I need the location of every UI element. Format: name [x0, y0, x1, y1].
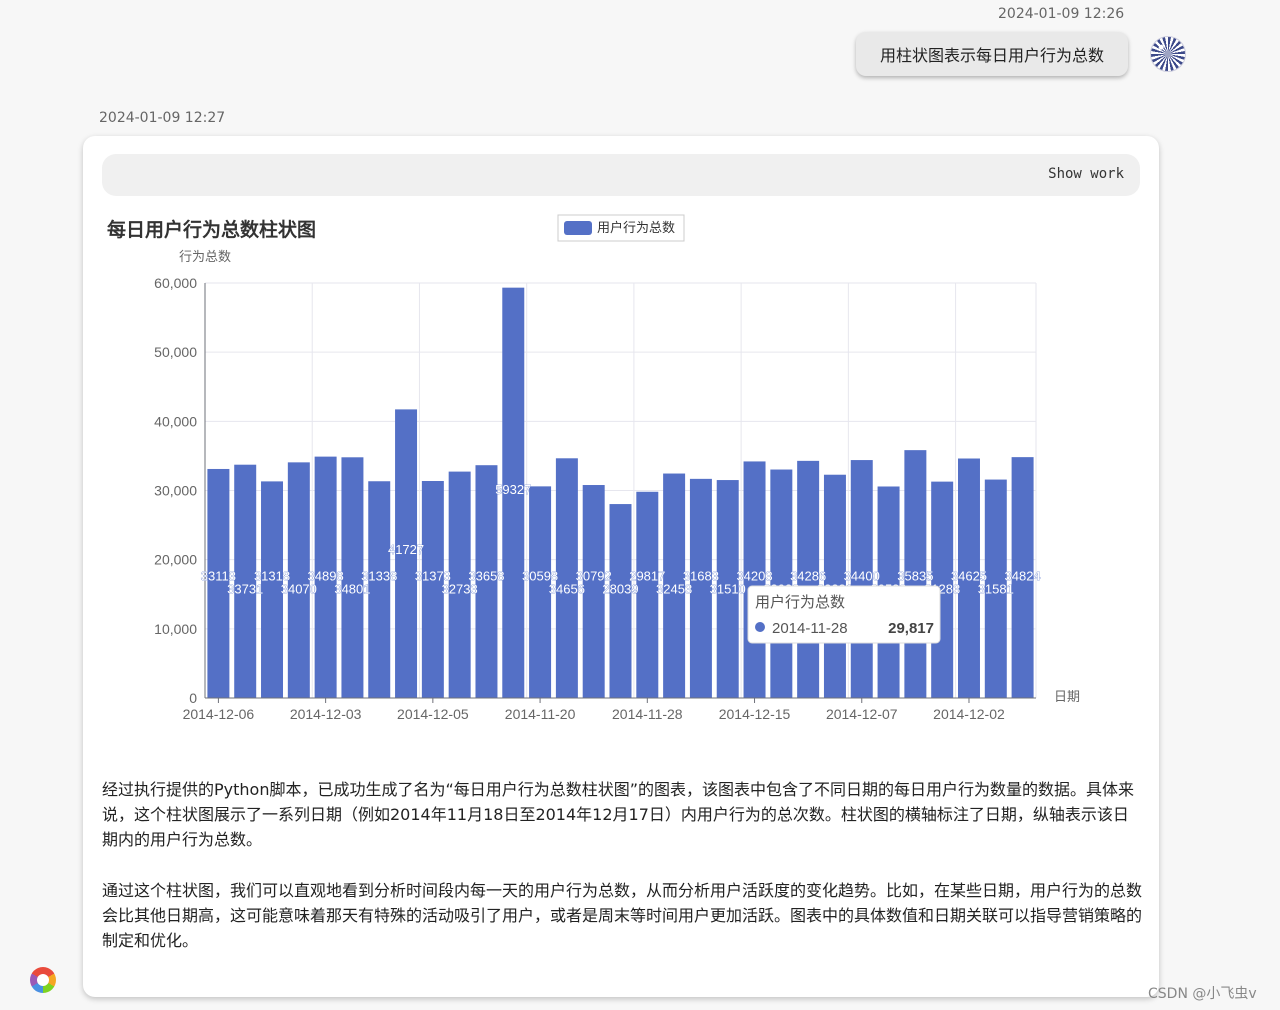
bar-data-label: 34656 [549, 581, 585, 596]
x-tick-label: 2014-12-15 [719, 706, 791, 722]
bar-data-label: 34070 [281, 581, 317, 596]
bar-data-label: 32453 [656, 581, 692, 596]
y-tick-label: 20,000 [154, 552, 197, 568]
tooltip-date: 2014-11-28 [772, 620, 848, 637]
tooltip-series: 用户行为总数 [755, 594, 845, 611]
x-tick-label: 2014-12-02 [933, 706, 1005, 722]
bar[interactable] [341, 457, 364, 698]
bar[interactable] [421, 481, 444, 698]
app-logo-icon[interactable] [30, 967, 56, 993]
bot-response-card: Show work 每日用户行为总数柱状图 用户行为总数 行为总数 日期 0 10… [83, 136, 1159, 997]
bar-data-label: 33731 [227, 581, 263, 596]
bar-data-label: 33658 [468, 568, 504, 583]
y-tick-label: 50,000 [154, 344, 197, 360]
y-tick-label: 40,000 [154, 413, 197, 429]
response-paragraph-1: 经过执行提供的Python脚本，已成功生成了名为“每日用户行为总数柱状图”的图表… [102, 780, 1135, 849]
bar[interactable] [207, 468, 230, 698]
bar-data-label: 31581 [978, 581, 1014, 596]
bar-data-label: 31510 [710, 581, 746, 596]
x-tick-label: 2014-11-28 [612, 706, 683, 722]
x-axis-label: 日期 [1054, 689, 1080, 704]
bar[interactable] [609, 504, 632, 698]
bar[interactable] [689, 478, 712, 698]
x-tick-label: 2014-12-05 [397, 706, 469, 722]
user-message-bubble: 用柱状图表示每日用户行为总数 [856, 32, 1128, 76]
bar[interactable] [529, 486, 552, 698]
bot-message-timestamp: 2024-01-09 12:27 [99, 110, 226, 126]
watermark: CSDN @小飞虫v [1148, 986, 1257, 1002]
bar-data-label: 28039 [602, 581, 638, 596]
y-tick-label: 30,000 [154, 483, 197, 499]
chart-legend[interactable]: 用户行为总数 [557, 214, 685, 242]
tooltip-marker [755, 622, 765, 632]
user-message-text: 用柱状图表示每日用户行为总数 [879, 46, 1104, 65]
chart-title: 每日用户行为总数柱状图 [107, 218, 316, 241]
tooltip-value: 29,817 [888, 620, 934, 637]
bar-data-label: 59327 [495, 482, 531, 497]
x-tick-label: 2014-11-20 [505, 706, 576, 722]
bar[interactable] [368, 481, 391, 698]
x-tick-label: 2014-12-03 [290, 706, 362, 722]
user-avatar[interactable] [1150, 36, 1186, 72]
bar[interactable] [555, 458, 578, 698]
x-tick-label: 2014-12-06 [183, 706, 255, 722]
bar[interactable] [287, 462, 310, 698]
bar-data-label: 41727 [388, 542, 424, 557]
bar[interactable] [261, 481, 284, 698]
bar-data-label: 34801 [334, 581, 370, 596]
x-tick-label: 2014-12-07 [826, 706, 898, 722]
legend-swatch [564, 221, 592, 235]
bar-data-label: 32733 [442, 581, 478, 596]
bar-chart: 每日用户行为总数柱状图 用户行为总数 行为总数 日期 0 10,000 20,000… [107, 214, 1080, 722]
y-tick-label: 0 [189, 690, 197, 706]
bar-data-label: 31338 [361, 568, 397, 583]
bar-data-label: 34824 [1005, 568, 1041, 583]
chart-tooltip: 用户行为总数 2014-11-28 29,817 [747, 585, 941, 644]
y-tick-label: 60,000 [154, 275, 197, 291]
y-tick-label: 10,000 [154, 621, 197, 637]
bar[interactable] [636, 491, 659, 698]
y-axis-label: 行为总数 [179, 249, 231, 264]
user-message-timestamp: 2024-01-09 12:26 [998, 6, 1125, 22]
legend-label: 用户行为总数 [597, 220, 675, 235]
response-paragraph-2: 通过这个柱状图，我们可以直观地看到分析时间段内每一天的用户行为总数，从而分析用户… [102, 881, 1143, 950]
bar[interactable] [582, 485, 605, 698]
